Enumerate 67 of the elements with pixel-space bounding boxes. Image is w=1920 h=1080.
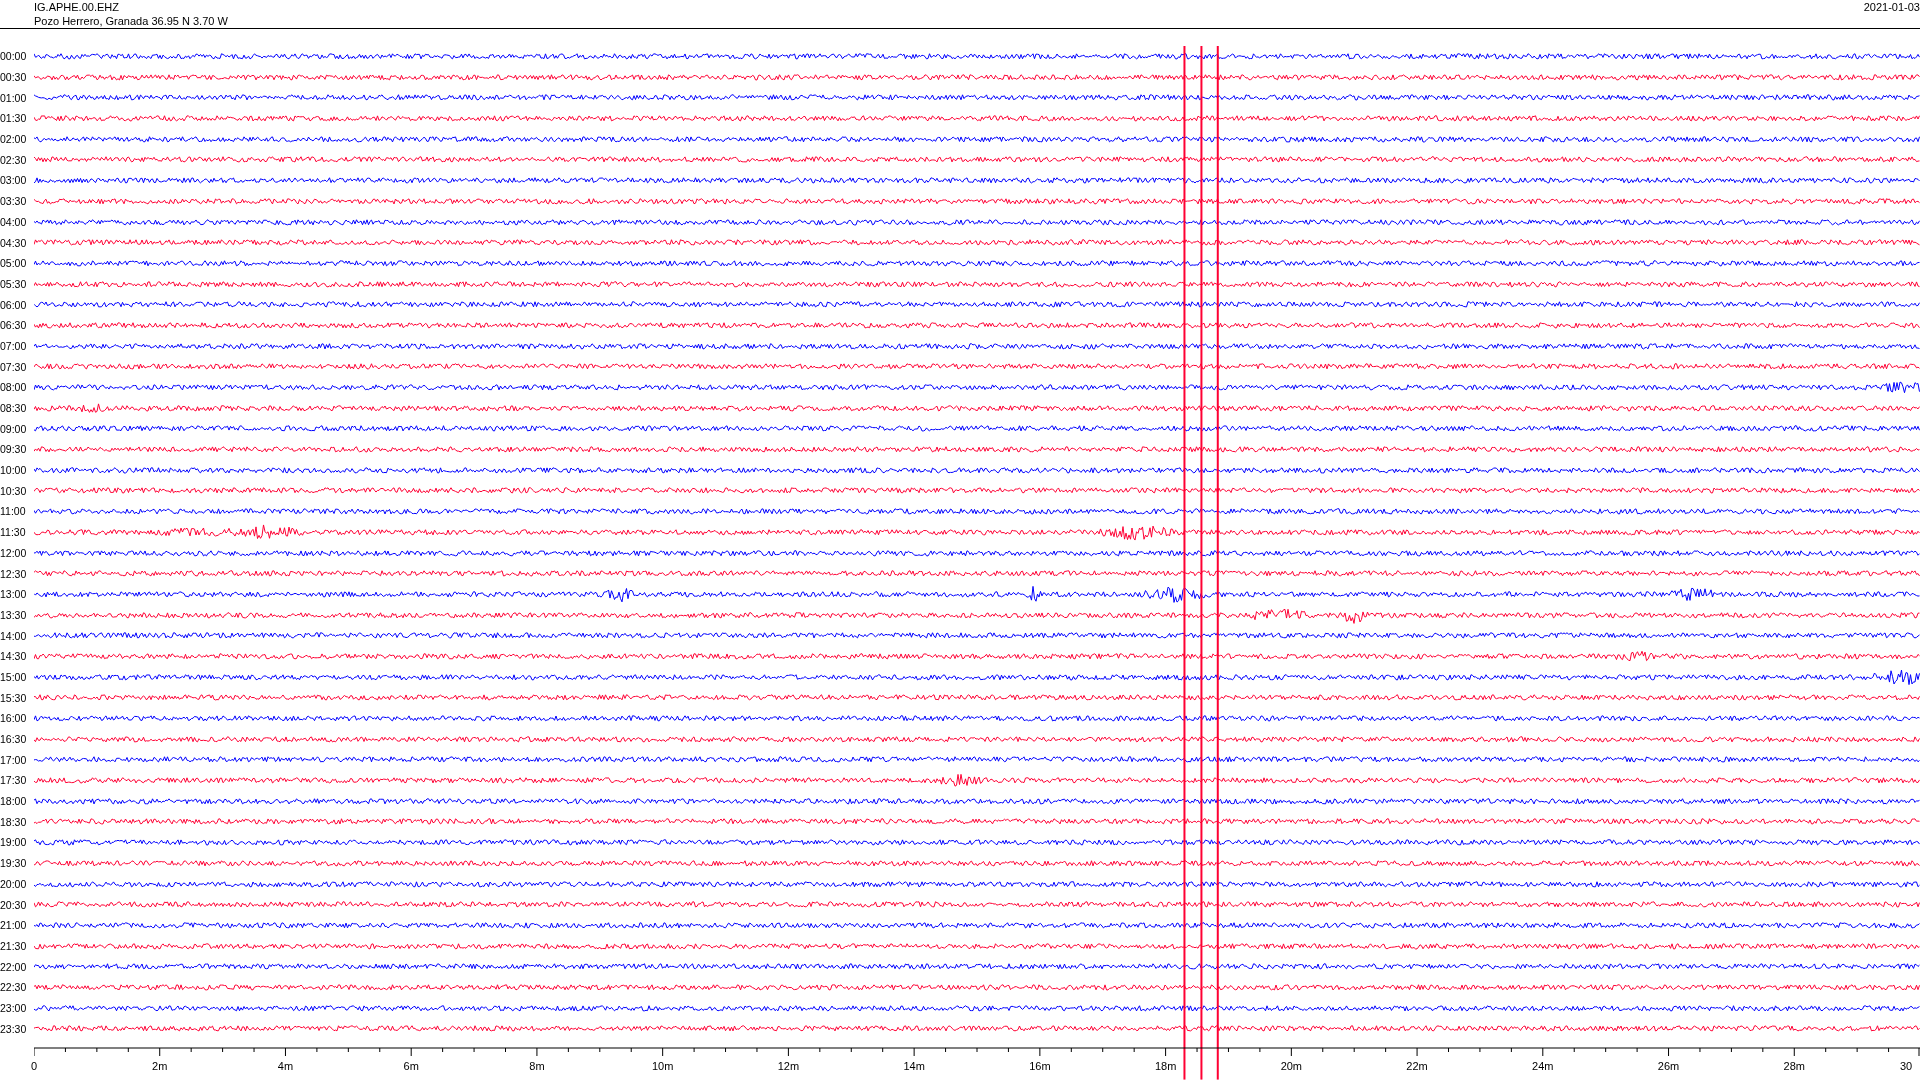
time-label: 01:00 [0, 91, 28, 104]
date-label: 2021-01-03 [1863, 0, 1920, 15]
time-label: 22:00 [0, 960, 28, 973]
time-label: 14:30 [0, 650, 28, 663]
axis-tick-label: 18m [1154, 1060, 1177, 1072]
axis-tick-label: 2m [152, 1060, 168, 1072]
axis-tick-label: 30 [1899, 1060, 1913, 1072]
time-label: 04:30 [0, 236, 28, 249]
time-label: 23:00 [0, 1001, 28, 1014]
time-label: 03:00 [0, 174, 28, 187]
time-label: 00:30 [0, 71, 28, 84]
axis-tick-label: 10m [651, 1060, 674, 1072]
time-label: 14:00 [0, 629, 28, 642]
time-label: 08:00 [0, 381, 28, 394]
time-label: 09:00 [0, 422, 28, 435]
time-label: 15:30 [0, 691, 28, 704]
station-location: Pozo Herrero, Granada 36.95 N 3.70 W [34, 14, 228, 28]
time-label: 05:30 [0, 277, 28, 290]
time-label: 15:00 [0, 670, 28, 683]
time-label: 02:30 [0, 153, 28, 166]
axis-tick-label: 28m [1783, 1060, 1805, 1072]
time-label: 06:00 [0, 298, 28, 311]
time-label: 20:00 [0, 877, 28, 890]
time-label: 20:30 [0, 898, 28, 911]
axis-tick-label: 14m [903, 1060, 925, 1072]
time-label: 09:30 [0, 443, 28, 456]
time-label: 21:30 [0, 939, 28, 952]
time-label: 01:30 [0, 112, 28, 125]
axis-tick-label: 26m [1657, 1060, 1680, 1072]
time-label: 12:30 [0, 567, 28, 580]
time-label: 13:00 [0, 588, 28, 601]
axis-tick-label: 4m [277, 1060, 294, 1072]
time-label: 19:30 [0, 857, 28, 870]
axis-tick-label: 16m [1029, 1060, 1051, 1072]
time-label: 18:00 [0, 795, 28, 808]
axis-tick-label: 24m [1532, 1060, 1554, 1072]
time-label: 03:30 [0, 195, 28, 208]
time-label: 22:30 [0, 981, 28, 994]
time-label: 04:00 [0, 215, 28, 228]
time-label: 07:30 [0, 360, 28, 373]
time-label: 17:30 [0, 774, 28, 787]
time-label: 07:00 [0, 339, 28, 352]
time-label: 23:30 [0, 1022, 28, 1035]
time-label: 16:30 [0, 733, 28, 746]
axis-tick-label: 6m [403, 1060, 419, 1072]
axis-tick-label: 12m [777, 1060, 800, 1072]
time-label: 10:00 [0, 464, 28, 477]
time-label: 11:30 [0, 526, 27, 539]
time-label: 05:00 [0, 257, 28, 270]
axis-tick-label: 22m [1406, 1060, 1428, 1072]
axis-tick-label: 20m [1280, 1060, 1303, 1072]
time-label: 06:30 [0, 319, 28, 332]
time-label: 10:30 [0, 484, 28, 497]
time-label: 19:00 [0, 836, 28, 849]
time-label: 11:00 [0, 505, 27, 518]
time-label: 21:00 [0, 919, 28, 932]
axis-tick-label: 0 [30, 1060, 38, 1072]
time-label: 08:30 [0, 402, 28, 415]
axis-tick-label: 8m [529, 1060, 545, 1072]
time-label: 13:30 [0, 608, 28, 621]
time-label: 16:00 [0, 712, 28, 725]
time-label: 18:30 [0, 815, 28, 828]
time-label: 02:00 [0, 133, 28, 146]
time-label: 00:00 [0, 50, 28, 63]
time-label: 17:00 [0, 753, 28, 766]
station-code: IG.APHE.00.EHZ [34, 0, 120, 14]
time-label: 12:00 [0, 546, 28, 559]
